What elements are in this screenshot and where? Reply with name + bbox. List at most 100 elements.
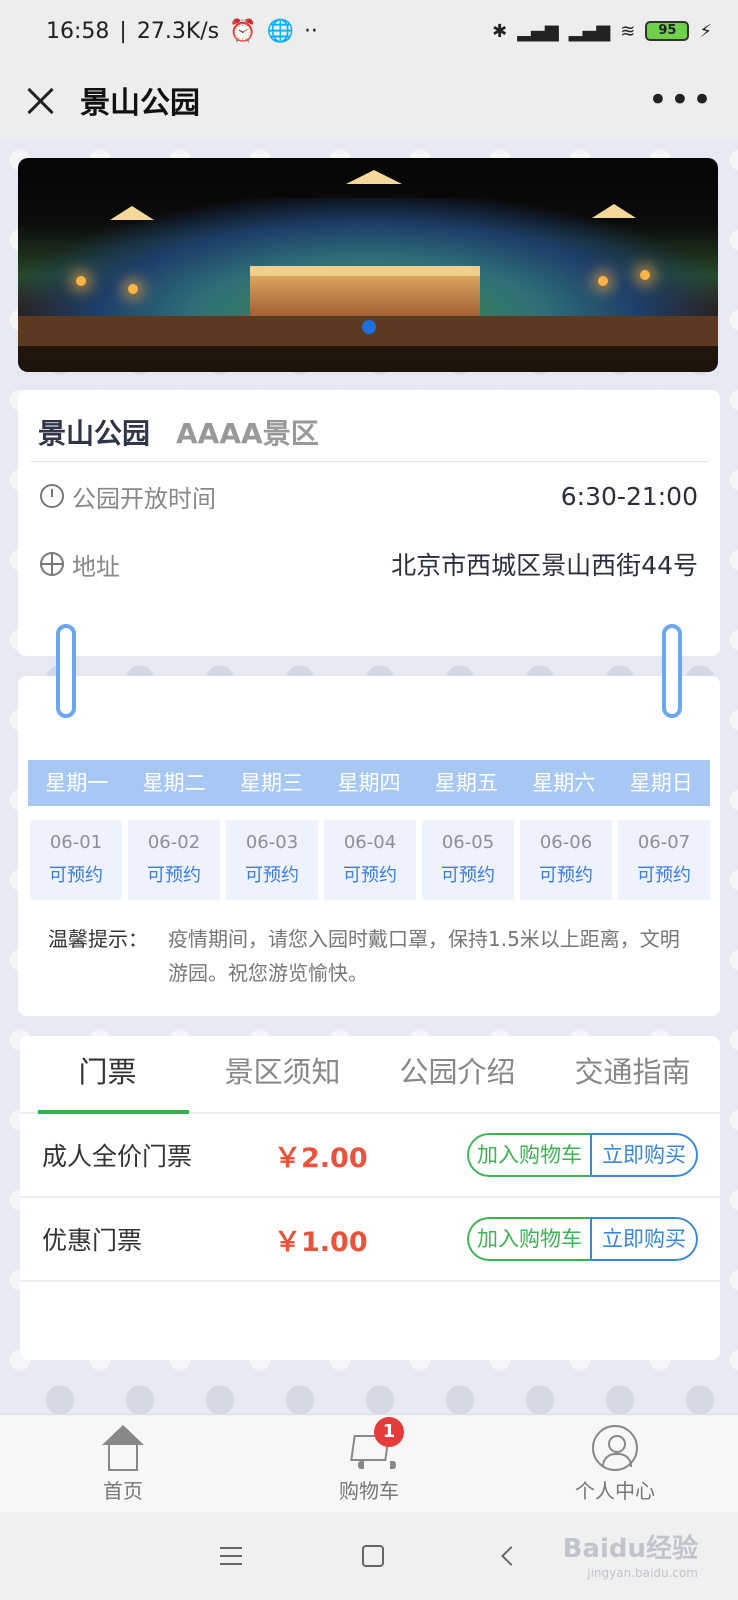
nav-home[interactable]: 首页 — [0, 1415, 246, 1512]
tab-traffic-guide[interactable]: 交通指南 — [545, 1036, 720, 1112]
back-icon[interactable] — [501, 1546, 521, 1566]
ticket-actions: 加入购物车 立即购买 — [467, 1133, 698, 1177]
status-bar: 16:58 | 27.3K/s ⏰ 🌐 ·· ✱ ▂▄▆ ▂▄▆ ≋ 95 ⚡ — [0, 0, 738, 62]
add-to-cart-button[interactable]: 加入购物车 — [467, 1217, 590, 1261]
banner-lamp — [598, 276, 608, 286]
day-date: 06-02 — [147, 832, 201, 853]
cart-count-badge: 1 — [374, 1417, 404, 1447]
status-left: 16:58 | 27.3K/s ⏰ 🌐 ·· — [46, 19, 492, 44]
day-status: 可预约 — [245, 865, 299, 886]
booking-calendar-card: 星期一 星期二 星期三 星期四 星期五 星期六 星期日 06-01 可预约 06… — [18, 676, 720, 1016]
tab-bar: 门票 景区须知 公园介绍 交通指南 — [20, 1036, 720, 1114]
banner-pavilion-left — [110, 206, 154, 220]
day-date: 06-05 — [441, 832, 495, 853]
watermark-brand: Baidu经验 — [562, 1534, 698, 1564]
weekday-label: 星期四 — [337, 771, 401, 795]
menu-icon[interactable] — [220, 1547, 242, 1565]
banner-pavilion-top — [346, 170, 402, 184]
ticket-price: ￥2.00 — [274, 1142, 368, 1174]
tip-label: 温馨提示： — [48, 927, 148, 951]
banner-lamp — [76, 276, 86, 286]
day-status: 可预约 — [539, 865, 593, 886]
globe-icon — [40, 552, 64, 576]
nav-profile-label: 个人中心 — [575, 1479, 655, 1503]
user-icon — [592, 1425, 638, 1471]
charging-icon: ⚡ — [699, 20, 712, 42]
battery-icon: 95 — [645, 21, 690, 41]
nav-cart[interactable]: 购物车 — [246, 1415, 492, 1512]
tip-text: 疫情期间，请您入园时戴口罩，保持1.5米以上距离，文明游园。祝您游览愉快。 — [168, 927, 680, 985]
day-cell[interactable]: 06-03 可预约 — [226, 820, 318, 900]
title-bar: 景山公园 ••• — [0, 62, 738, 138]
system-home-icon[interactable] — [362, 1545, 384, 1567]
day-cell[interactable]: 06-07 可预约 — [618, 820, 710, 900]
binder-ring-right — [662, 624, 682, 718]
day-cell[interactable]: 06-04 可预约 — [324, 820, 416, 900]
weekday-label: 星期六 — [532, 771, 596, 795]
nav-profile[interactable]: 个人中心 — [492, 1415, 738, 1512]
bluetooth-icon: ✱ — [492, 20, 508, 42]
banner-lamp — [640, 270, 650, 280]
weekday-label: 星期二 — [142, 771, 206, 795]
day-cell[interactable]: 06-01 可预约 — [30, 820, 122, 900]
day-cells-row: 06-01 可预约 06-02 可预约 06-03 可预约 06-04 可预约 … — [30, 820, 710, 900]
tab-park-intro[interactable]: 公园介绍 — [370, 1036, 545, 1112]
day-status: 可预约 — [637, 865, 691, 886]
day-date: 06-07 — [637, 832, 691, 853]
park-name: 景山公园 — [38, 417, 151, 450]
day-status: 可预约 — [343, 865, 397, 886]
day-cell[interactable]: 06-05 可预约 — [422, 820, 514, 900]
buy-now-button[interactable]: 立即购买 — [590, 1217, 698, 1261]
carousel-indicator[interactable] — [362, 320, 376, 334]
ticket-name: 优惠门票 — [42, 1226, 143, 1255]
watermark-url: jingyan.baidu.com — [587, 1566, 698, 1580]
more-notifications-icon: ·· — [303, 18, 318, 44]
day-status: 可预约 — [49, 865, 103, 886]
buy-now-button[interactable]: 立即购买 — [590, 1133, 698, 1177]
nav-home-label: 首页 — [103, 1479, 143, 1503]
day-cell[interactable]: 06-06 可预约 — [520, 820, 612, 900]
tab-notice[interactable]: 景区须知 — [195, 1036, 370, 1112]
nav-cart-label: 购物车 — [339, 1479, 399, 1503]
day-status: 可预约 — [147, 865, 201, 886]
more-options-icon[interactable]: ••• — [648, 83, 714, 117]
opening-hours-label: 公园开放时间 — [72, 484, 216, 513]
park-banner-image[interactable] — [18, 158, 718, 372]
hd-signal-icon: ▂▄▆ — [568, 20, 611, 42]
ticket-row: 成人全价门票 ￥2.00 加入购物车 立即购买 — [20, 1114, 720, 1198]
day-status: 可预约 — [441, 865, 495, 886]
clock-icon — [40, 484, 64, 508]
day-date: 06-06 — [539, 832, 593, 853]
park-info-card: 景山公园 AAAA景区 公园开放时间 6:30-21:00 地址 北京市西城区景… — [18, 390, 720, 656]
tab-tickets[interactable]: 门票 — [20, 1036, 195, 1114]
status-time: 16:58 — [46, 18, 110, 44]
warm-tip: 温馨提示： 疫情期间，请您入园时戴口罩，保持1.5米以上距离，文明游园。祝您游览… — [48, 922, 688, 990]
opening-hours-row: 公园开放时间 6:30-21:00 — [18, 462, 720, 530]
weekday-header-row: 星期一 星期二 星期三 星期四 星期五 星期六 星期日 — [28, 760, 710, 806]
alarm-icon: ⏰ — [229, 18, 257, 44]
page-title: 景山公园 — [80, 86, 200, 121]
banner-lamp — [128, 284, 138, 294]
weekday-label: 星期五 — [434, 771, 498, 795]
day-date: 06-03 — [245, 832, 299, 853]
weekday-label: 星期一 — [45, 771, 109, 795]
address-value: 北京市西城区景山西街44号 — [391, 551, 698, 580]
ticket-row: 优惠门票 ￥1.00 加入购物车 立即购买 — [20, 1198, 720, 1282]
day-cell[interactable]: 06-02 可预约 — [128, 820, 220, 900]
ticket-actions: 加入购物车 立即购买 — [467, 1217, 698, 1261]
day-date: 06-01 — [49, 832, 103, 853]
day-date: 06-04 — [343, 832, 397, 853]
bottom-nav: 首页 购物车 个人中心 1 — [0, 1414, 738, 1512]
opening-hours-label-wrap: 公园开放时间 — [40, 479, 561, 514]
park-level: AAAA景区 — [176, 417, 319, 450]
home-icon — [100, 1425, 146, 1471]
binder-ring-left — [56, 624, 76, 718]
wifi-icon: ≋ — [620, 20, 636, 42]
opening-hours-value: 6:30-21:00 — [560, 481, 698, 511]
close-icon[interactable] — [24, 84, 56, 116]
address-label: 地址 — [72, 552, 120, 581]
status-right: ✱ ▂▄▆ ▂▄▆ ≋ 95 ⚡ — [492, 21, 712, 42]
ticket-name: 成人全价门票 — [42, 1142, 193, 1171]
add-to-cart-button[interactable]: 加入购物车 — [467, 1133, 590, 1177]
banner-pavilion-right — [592, 204, 636, 218]
